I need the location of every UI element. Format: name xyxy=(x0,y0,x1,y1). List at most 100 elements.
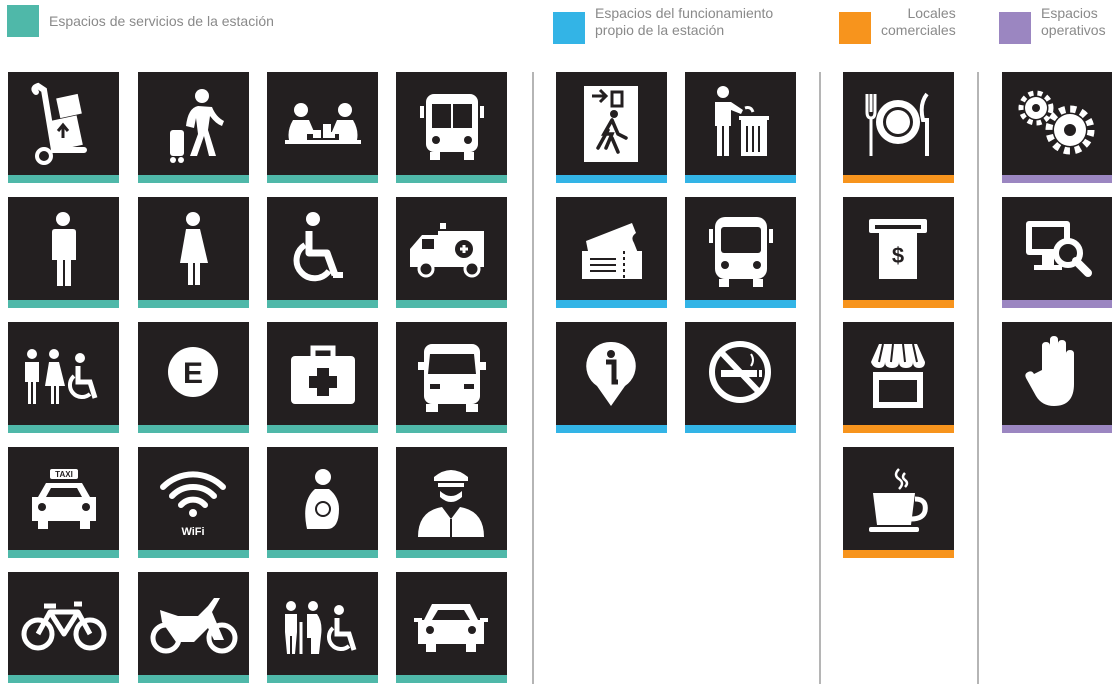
legend-comerciales: Locales comerciales xyxy=(839,5,956,44)
category-bar xyxy=(396,550,507,558)
separator-2 xyxy=(819,72,821,684)
stop-hand-icon xyxy=(1025,336,1074,406)
category-bar xyxy=(1002,300,1112,308)
category-bar xyxy=(396,425,507,433)
svg-text:TAXI: TAXI xyxy=(55,470,73,479)
trash-bin-icon xyxy=(715,86,769,156)
legend-swatch-operativos xyxy=(999,12,1031,44)
men-restroom-icon xyxy=(52,212,76,286)
category-bar xyxy=(685,425,796,433)
traveler-icon xyxy=(170,89,224,163)
ticket-icon xyxy=(582,223,642,279)
legend-swatch-servicios xyxy=(7,5,39,37)
car-tile xyxy=(396,572,507,683)
car-icon xyxy=(414,604,488,652)
taxi-tile: TAXI xyxy=(8,447,119,558)
priority-seating-tile xyxy=(267,572,378,683)
legend-label-operativos: Espacios operativos xyxy=(1041,5,1106,38)
traveler-tile xyxy=(138,72,249,183)
category-bar xyxy=(267,425,378,433)
information-tile xyxy=(556,322,667,433)
separator-1 xyxy=(532,72,534,684)
ticket-tile xyxy=(556,197,667,308)
monitoring-tile xyxy=(1002,197,1112,308)
category-bar xyxy=(8,425,119,433)
category-bar xyxy=(685,300,796,308)
category-bar xyxy=(138,175,249,183)
police-icon xyxy=(418,470,484,537)
category-bar xyxy=(8,675,119,683)
category-bar xyxy=(8,550,119,558)
first-aid-tile xyxy=(267,322,378,433)
wifi-icon: WiFi xyxy=(160,471,226,538)
luggage-cart-tile xyxy=(8,72,119,183)
stop-hand-tile xyxy=(1002,322,1112,433)
category-bar xyxy=(8,175,119,183)
store-tile xyxy=(843,322,954,433)
bus-front-icon xyxy=(709,217,773,287)
wheelchair-icon xyxy=(293,212,343,282)
legend-label-comerciales: Locales comerciales xyxy=(881,5,956,38)
emergency-exit-icon xyxy=(584,86,638,162)
motorcycle-tile xyxy=(138,572,249,683)
svg-text:E: E xyxy=(183,357,203,390)
lactation-icon xyxy=(305,469,339,529)
van-icon xyxy=(418,344,486,412)
category-bar xyxy=(843,175,954,183)
category-bar xyxy=(267,675,378,683)
category-bar xyxy=(396,300,507,308)
lactation-tile xyxy=(267,447,378,558)
gears-tile xyxy=(1002,72,1112,183)
category-bar xyxy=(843,425,954,433)
parking-e-tile: E xyxy=(138,322,249,433)
luggage-cart-icon xyxy=(31,82,87,165)
legend-label-funcionamiento: Espacios del funcionamiento propio de la… xyxy=(595,5,774,38)
category-bar xyxy=(843,550,954,558)
bus-front-tile xyxy=(685,197,796,308)
legend-swatch-funcionamiento xyxy=(553,12,585,44)
category-bar xyxy=(1002,175,1112,183)
category-bar xyxy=(267,550,378,558)
police-tile xyxy=(396,447,507,558)
category-bar xyxy=(556,425,667,433)
category-bar xyxy=(1002,425,1112,433)
separator-3 xyxy=(977,72,979,684)
category-bar xyxy=(843,300,954,308)
no-smoking-icon xyxy=(709,341,771,403)
coffee-tile xyxy=(843,447,954,558)
taxi-icon: TAXI xyxy=(32,469,96,529)
category-bar xyxy=(396,675,507,683)
restaurant-icon xyxy=(865,92,929,156)
category-bar xyxy=(138,425,249,433)
category-bar xyxy=(556,300,667,308)
trash-bin-tile xyxy=(685,72,796,183)
emergency-exit-tile xyxy=(556,72,667,183)
atm-icon: $ xyxy=(869,219,927,279)
category-bar xyxy=(267,300,378,308)
no-smoking-tile xyxy=(685,322,796,433)
motorcycle-icon xyxy=(150,598,238,654)
category-bar xyxy=(138,550,249,558)
category-bar xyxy=(556,175,667,183)
bicycle-icon xyxy=(21,601,107,651)
legend-operativos: Espacios operativos xyxy=(999,5,1106,44)
atm-tile: $ xyxy=(843,197,954,308)
bicycle-tile xyxy=(8,572,119,683)
coffee-icon xyxy=(869,468,928,532)
legend-swatch-comerciales xyxy=(839,12,871,44)
restaurant-tile xyxy=(843,72,954,183)
priority-seating-icon xyxy=(285,601,357,654)
play-area-tile xyxy=(267,72,378,183)
wifi-tile: WiFi xyxy=(138,447,249,558)
category-bar xyxy=(138,300,249,308)
van-tile xyxy=(396,322,507,433)
category-bar xyxy=(8,300,119,308)
play-area-icon xyxy=(285,103,361,144)
gears-icon xyxy=(1018,90,1095,155)
wheelchair-tile xyxy=(267,197,378,308)
monitoring-icon xyxy=(1026,221,1092,277)
legend-label-servicios: Espacios de servicios de la estación xyxy=(49,13,274,29)
svg-text:$: $ xyxy=(892,243,904,268)
legend-funcionamiento: Espacios del funcionamiento propio de la… xyxy=(553,5,774,44)
information-icon xyxy=(586,341,636,406)
